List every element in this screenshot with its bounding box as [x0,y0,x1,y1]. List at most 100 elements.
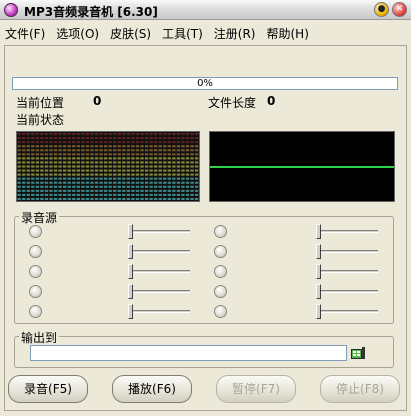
spectrum-segment [190,133,194,136]
spectrum-segment [113,169,117,172]
spectrum-segment [126,189,131,192]
spectrum-segment [31,161,35,164]
spectrum-segment [194,141,199,144]
spectrum-segment [99,189,103,192]
source-slider-left-5[interactable] [128,304,190,319]
spectrum-segment [49,141,53,144]
spectrum-segment [44,149,49,152]
spectrum-segment [172,141,176,144]
source-slider-right-5[interactable] [316,304,378,319]
spectrum-segment [72,161,76,164]
source-slider-left-3[interactable] [128,264,190,279]
slider-thumb[interactable] [316,244,321,259]
source-slider-left-2[interactable] [128,244,190,259]
spectrum-segment [26,137,30,140]
minimize-button[interactable]: ● [374,2,389,17]
waveform-line [210,166,394,168]
spectrum-segment [140,197,144,200]
source-radio-left-4[interactable] [29,285,42,298]
spectrum-segment [99,197,103,200]
source-radio-right-5[interactable] [214,305,227,318]
source-radio-right-1[interactable] [214,225,227,238]
slider-thumb[interactable] [128,304,133,319]
spectrum-segment [31,157,35,160]
source-slider-right-4[interactable] [316,284,378,299]
spectrum-segment [81,197,85,200]
spectrum-segment [35,145,40,148]
menu-tools[interactable]: 工具(T) [161,21,207,43]
close-button[interactable]: ✕ [392,2,407,17]
spectrum-segment [154,185,158,188]
source-radio-left-5[interactable] [29,305,42,318]
slider-thumb[interactable] [128,284,133,299]
spectrum-segment [72,177,76,180]
spectrum-segment [108,177,112,180]
spectrum-segment [117,173,121,176]
title-bar[interactable]: MP3音频录音机 [6.30] ● ✕ [0,0,411,20]
spectrum-segment [58,157,62,160]
source-slider-left-4[interactable] [128,284,190,299]
spectrum-segment [108,141,112,144]
source-radio-left-2[interactable] [29,245,42,258]
menu-skin[interactable]: 皮肤(S) [109,21,155,43]
output-path-input[interactable] [30,345,347,361]
slider-thumb[interactable] [128,244,133,259]
spectrum-segment [126,165,131,168]
length-label: 文件长度 [208,96,257,110]
menu-options[interactable]: 选项(O) [55,21,103,43]
record-button[interactable]: 录音(F5) [8,375,88,403]
menu-file[interactable]: 文件(F) [4,21,49,43]
menu-register[interactable]: 注册(R) [213,21,260,43]
spectrum-segment [194,165,199,168]
spectrum-segment [94,161,99,164]
spectrum-segment [76,185,80,188]
spectrum-segment [17,185,21,188]
spectrum-segment [63,153,67,156]
spectrum-segment [85,185,90,188]
spectrum-segment [58,177,62,180]
spectrum-segment [31,145,35,148]
slider-thumb[interactable] [316,284,321,299]
source-radio-right-4[interactable] [214,285,227,298]
source-slider-right-2[interactable] [316,244,378,259]
source-radio-left-1[interactable] [29,225,42,238]
slider-thumb[interactable] [316,304,321,319]
spectrum-segment [44,133,49,136]
play-button[interactable]: 播放(F6) [112,375,192,403]
spectrum-segment [135,193,140,196]
source-radio-left-3[interactable] [29,265,42,278]
spectrum-segment [131,149,135,152]
window-title: MP3音频录音机 [6.30] [24,5,158,19]
spectrum-segment [117,189,121,192]
spectrum-segment [40,149,44,152]
spectrum-segment [167,161,171,164]
spectrum-segment [149,149,153,152]
folder-browse-icon[interactable] [350,346,366,360]
source-slider-left-1[interactable] [128,224,190,239]
spectrum-segment [90,161,94,164]
spectrum-segment [172,189,176,192]
slider-thumb[interactable] [128,264,133,279]
spectrum-segment [103,173,108,176]
spectrum-segment [190,157,194,160]
pause-button[interactable]: 暂停(F7) [216,375,296,403]
spectrum-segment [85,141,90,144]
spectrum-segment [49,181,53,184]
spectrum-segment [122,165,126,168]
source-radio-right-2[interactable] [214,245,227,258]
spectrum-segment [72,181,76,184]
spectrum-segment [40,153,44,156]
slider-thumb[interactable] [128,224,133,239]
stop-button[interactable]: 停止(F8) [320,375,400,403]
menu-help[interactable]: 帮助(H) [265,21,312,43]
slider-thumb[interactable] [316,224,321,239]
spectrum-segment [194,185,199,188]
source-slider-right-1[interactable] [316,224,378,239]
slider-thumb[interactable] [316,264,321,279]
source-radio-right-3[interactable] [214,265,227,278]
source-slider-right-3[interactable] [316,264,378,279]
spectrum-segment [63,141,67,144]
spectrum-segment [190,141,194,144]
spectrum-segment [144,161,149,164]
spectrum-segment [31,193,35,196]
